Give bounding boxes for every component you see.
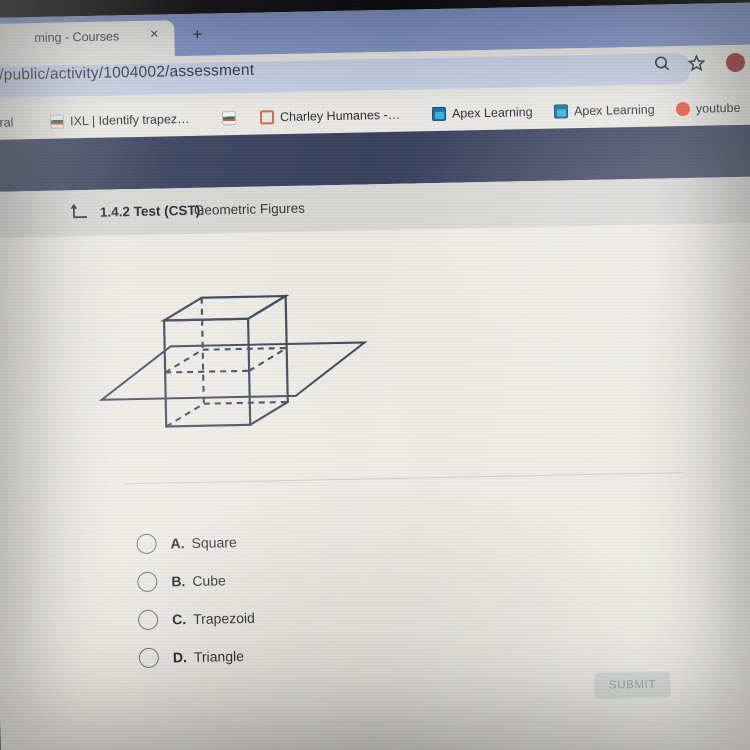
apex-learning-icon — [553, 104, 569, 119]
submit-button[interactable]: SUBMIT — [594, 671, 671, 699]
section-divider — [123, 472, 684, 485]
radio-button-d[interactable] — [138, 647, 160, 669]
bookmark-item-apex-learning-1[interactable]: Apex Learning — [431, 103, 533, 123]
bookmark-label: youtube — [695, 100, 741, 116]
ixl-icon — [49, 114, 65, 129]
radio-button-b[interactable] — [137, 571, 158, 593]
bookmark-item-apex-learning-2[interactable]: Apex Learning — [553, 101, 655, 121]
option-label: Triangle — [193, 647, 245, 665]
option-label: Square — [191, 534, 237, 551]
square-outline-icon — [259, 110, 275, 125]
back-arrow-icon[interactable] — [70, 203, 90, 222]
radio-button-c[interactable] — [137, 609, 159, 631]
page-title: Geometric Figures — [193, 200, 306, 218]
radio-button-a[interactable] — [136, 533, 157, 555]
bookmark-item-youtube[interactable]: youtube — [675, 99, 741, 118]
question-content-area: A. Square B. Cube C. Trapezoid D. Triang — [0, 222, 750, 750]
geometry-figure — [91, 282, 374, 448]
bookmark-label: IXL | Identify trapez… — [69, 111, 190, 129]
bookmark-item-ixl-trapezoid[interactable]: IXL | Identify trapez… — [49, 110, 190, 131]
bookmark-label: Apex Learning — [573, 102, 655, 119]
option-letter: C. — [171, 611, 187, 628]
bookmark-item-charley-humanes[interactable]: Charley Humanes -… — [259, 106, 401, 127]
bookmark-item-central[interactable]: entral — [0, 113, 14, 132]
bookmark-label: Apex Learning — [451, 105, 533, 121]
option-label: Trapezoid — [192, 609, 256, 627]
answer-options-list: A. Square B. Cube C. Trapezoid D. Triang — [136, 517, 559, 677]
tab-title: ming - Courses — [34, 29, 120, 46]
option-letter: B. — [171, 573, 186, 590]
close-icon[interactable]: × — [146, 26, 162, 43]
browser-window: ming - Courses × + /public/activity/1004… — [0, 2, 750, 750]
bookmark-label: entral — [0, 115, 14, 131]
youtube-icon — [675, 101, 691, 117]
apex-learning-icon — [431, 106, 447, 122]
screen-photograph: ming - Courses × + /public/activity/1004… — [0, 0, 750, 750]
new-tab-icon[interactable]: + — [188, 25, 206, 44]
page-title-number: 1.4.2 Test (CST): — [99, 202, 205, 220]
search-icon[interactable] — [653, 54, 672, 73]
bookmark-item-ixl-second[interactable] — [221, 109, 242, 127]
ixl-icon — [221, 111, 237, 126]
star-icon[interactable] — [687, 54, 706, 73]
answer-option-d[interactable]: D. Triangle — [138, 631, 559, 677]
option-label: Cube — [192, 572, 226, 589]
bookmark-label: Charley Humanes -… — [279, 107, 401, 125]
option-letter: A. — [170, 535, 185, 552]
option-letter: D. — [172, 649, 188, 666]
